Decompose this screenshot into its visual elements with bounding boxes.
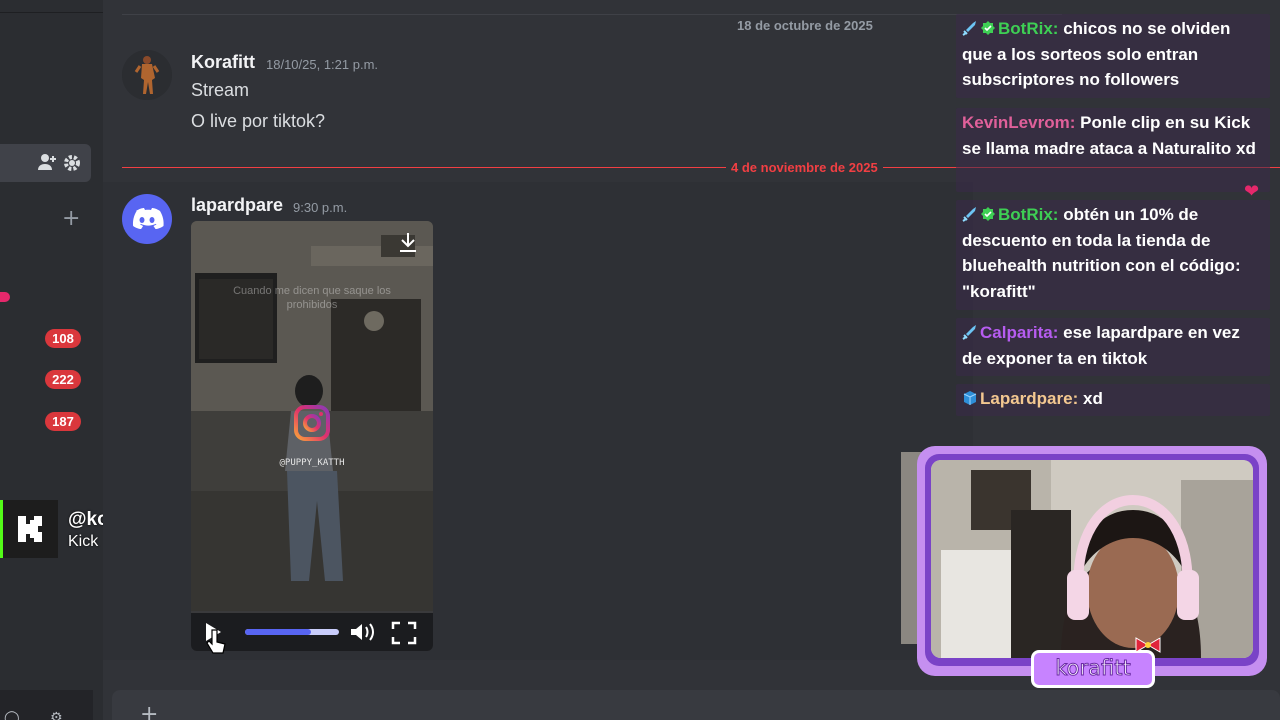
message-text: Stream	[191, 80, 250, 100]
message-timestamp: 18/10/25, 1:21 p.m.	[266, 57, 379, 72]
video-caption: Cuando me dicen que saque los prohibidos	[233, 285, 391, 311]
webcam-name-tag: korafitt	[1031, 650, 1155, 688]
download-icon	[400, 233, 416, 252]
chat-message: Calparita: ese lapardpare en vez de expo…	[956, 318, 1270, 376]
video-progress-bar[interactable]	[245, 629, 339, 635]
add-channel-icon[interactable]: +	[62, 208, 80, 230]
verified-icon	[981, 21, 995, 35]
video-progress-fill	[245, 629, 311, 635]
cursor-icon	[206, 629, 226, 654]
chat-username[interactable]: Calparita	[980, 323, 1053, 342]
add-friend-icon[interactable]	[37, 153, 57, 176]
webcam-video	[931, 460, 1253, 658]
mention-badge: 108	[45, 329, 81, 348]
webcam-frame	[917, 446, 1267, 676]
heart-icon: ❤	[1244, 181, 1260, 202]
channel-sidebar: + 108 222 187 ◯ ⚙	[0, 0, 103, 720]
chat-message: BotRix: chicos no se olviden que a los s…	[956, 14, 1270, 98]
chat-username[interactable]: Lapardpare	[980, 389, 1073, 408]
chat-text: xd	[1083, 389, 1103, 408]
chat-message: Lapardpare: xd	[956, 384, 1270, 416]
chat-username[interactable]: BotRix	[998, 205, 1053, 224]
kick-icon	[14, 512, 48, 546]
message-text: O live por tiktok?	[191, 111, 326, 131]
sword-icon	[962, 207, 976, 222]
message-composer[interactable]: +	[112, 690, 1280, 720]
lips-icon	[0, 292, 10, 302]
video-attachment[interactable]: Cuando me dicen que saque los prohibidos…	[191, 221, 433, 651]
chat-message: KevinLevrom: Ponle clip en su Kick se ll…	[956, 108, 1270, 192]
fullscreen-button[interactable]	[391, 621, 417, 645]
kick-logo-card	[0, 500, 58, 558]
date-separator: 18 de octubre de 2025	[737, 18, 873, 33]
download-button[interactable]	[394, 231, 422, 259]
mention-badge: 222	[45, 370, 81, 389]
kick-platform-label: Kick	[68, 533, 99, 550]
bow-icon	[1135, 637, 1161, 653]
sword-icon	[962, 21, 976, 36]
attach-icon[interactable]: +	[140, 702, 158, 720]
avatar[interactable]	[122, 194, 172, 244]
verified-icon	[981, 207, 995, 221]
chat-username[interactable]: BotRix	[998, 19, 1053, 38]
chat-username[interactable]: KevinLevrom	[962, 113, 1070, 132]
volume-button[interactable]	[349, 621, 377, 643]
message-author[interactable]: Korafitt	[191, 52, 255, 73]
message-author[interactable]: lapardpare	[191, 195, 283, 216]
webcam-image	[931, 460, 1253, 658]
gear-icon[interactable]	[62, 153, 82, 178]
instagram-icon	[294, 405, 330, 441]
chat-message: BotRix: obtén un 10% de descuento en tod…	[956, 200, 1270, 310]
mic-icon[interactable]: ◯	[4, 710, 20, 720]
cube-icon	[963, 391, 977, 405]
mention-badge: 187	[45, 412, 81, 431]
date-separator-new: 4 de noviembre de 2025	[726, 160, 883, 175]
message-timestamp: 9:30 p.m.	[293, 200, 348, 215]
discord-icon	[132, 208, 164, 229]
divider	[122, 14, 1062, 15]
sidebar-divider	[0, 12, 103, 13]
instagram-watermark: @PUPPY_KATTH	[279, 458, 345, 468]
settings-icon[interactable]: ⚙	[50, 710, 63, 720]
sword-icon	[962, 325, 976, 340]
avatar[interactable]	[122, 50, 172, 100]
